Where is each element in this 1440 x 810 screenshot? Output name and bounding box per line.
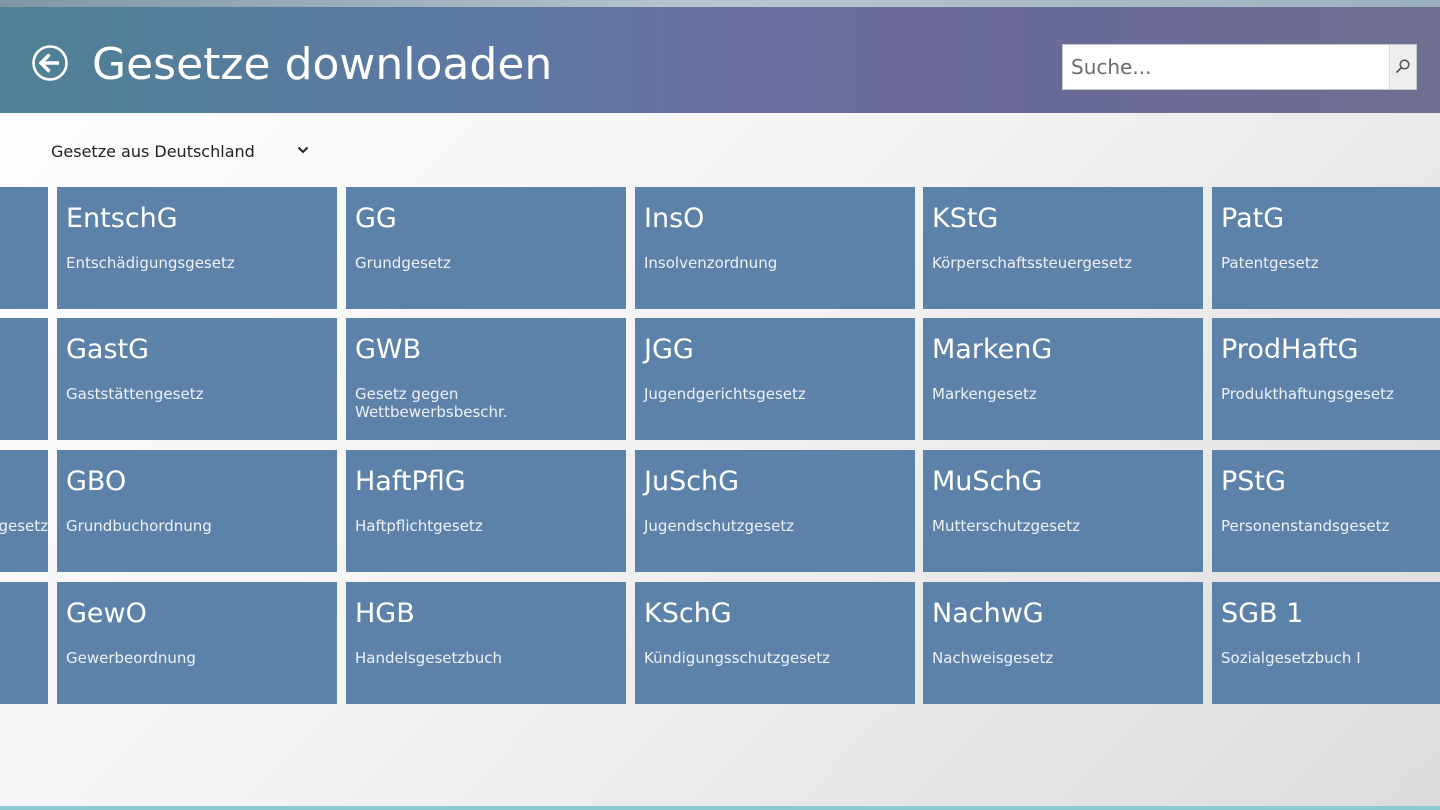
law-tile-abbreviation: ProdHaftG (1221, 334, 1359, 365)
law-tile[interactable]: GG Grundgesetz (346, 187, 626, 309)
law-tile-abbreviation: HaftPflG (355, 466, 466, 497)
search-box[interactable] (1062, 44, 1417, 90)
law-tile[interactable]: HGB Handelsgesetzbuch (346, 582, 626, 704)
law-tile[interactable]: GastG Gaststättengesetz (57, 318, 337, 440)
law-tile-abbreviation: GewO (66, 598, 147, 629)
law-tile-name: Grundgesetz (355, 254, 451, 272)
law-tile[interactable]: JuSchG Jugendschutzgesetz (635, 450, 915, 572)
search-button[interactable] (1389, 45, 1416, 89)
law-tile-abbreviation: NachwG (932, 598, 1044, 629)
law-tile-name: Entschädigungsgesetz (66, 254, 235, 272)
law-tile-partial[interactable] (0, 318, 48, 440)
law-tile-name: Insolvenzordnung (644, 254, 778, 272)
law-tile[interactable]: EntschG Entschädigungsgesetz (57, 187, 337, 309)
law-tile-abbreviation: SGB 1 (1221, 598, 1304, 629)
law-tile[interactable]: NachwG Nachweisgesetz (923, 582, 1203, 704)
law-tile[interactable]: PatG Patentgesetz (1212, 187, 1440, 309)
law-tile-abbreviation: HGB (355, 598, 415, 629)
law-tile-abbreviation: GWB (355, 334, 422, 365)
law-tile-name: Jugendschutzgesetz (644, 517, 795, 535)
window-bottom-strip (0, 806, 1440, 810)
law-tile[interactable]: HaftPflG Haftpflichtgesetz (346, 450, 626, 572)
law-tile[interactable]: InsO Insolvenzordnung (635, 187, 915, 309)
law-tile-abbreviation: KSchG (644, 598, 732, 629)
law-tile-abbreviation: PStG (1221, 466, 1286, 497)
law-tile[interactable]: GewO Gewerbeordnung (57, 582, 337, 704)
law-tile-name: Markengesetz (932, 385, 1037, 403)
country-filter-dropdown[interactable]: Gesetze aus Deutschland (51, 139, 321, 167)
window-top-strip (0, 0, 1440, 7)
law-tile-name: Haftpflichtgesetz (355, 517, 483, 535)
law-tile-abbreviation: JuSchG (644, 466, 740, 497)
law-tile-name: Kündigungsschutzgesetz (644, 649, 831, 667)
law-tile[interactable]: GWB Gesetz gegen Wettbewerbsbeschr. (346, 318, 626, 440)
law-tile-name: Produkthaftungsgesetz (1221, 385, 1394, 403)
law-tile-name: Körperschaftssteuergesetz (932, 254, 1132, 272)
law-tile-abbreviation: EntschG (66, 203, 178, 234)
search-input[interactable] (1063, 45, 1389, 89)
law-tile-abbreviation: GG (355, 203, 397, 234)
law-tile-name: Personenstandsgesetz (1221, 517, 1390, 535)
law-tile-abbreviation: InsO (644, 203, 705, 234)
country-filter-label: Gesetze aus Deutschland (51, 142, 255, 161)
law-tile-grid: gesetz EntschG Entschädigungsgesetz GG G… (0, 187, 1440, 704)
law-tile-name: Handelsgesetzbuch (355, 649, 503, 667)
page-header: Gesetze downloaden (0, 7, 1440, 113)
law-tile[interactable]: KSchG Kündigungsschutzgesetz (635, 582, 915, 704)
back-button[interactable] (31, 44, 69, 82)
law-tile-name: Mutterschutzgesetz (932, 517, 1080, 535)
law-tile-name: Gewerbeordnung (66, 649, 196, 667)
law-tile-name: Patentgesetz (1221, 254, 1319, 272)
law-tile-name: Jugendgerichtsgesetz (644, 385, 806, 403)
law-tile-name: gesetz (0, 517, 48, 535)
law-tile-partial[interactable]: gesetz (0, 450, 48, 572)
law-tile-abbreviation: MarkenG (932, 334, 1053, 365)
law-tile-name: Gaststättengesetz (66, 385, 204, 403)
law-tile-name: Sozialgesetzbuch I (1221, 649, 1361, 667)
law-tile[interactable]: PStG Personenstandsgesetz (1212, 450, 1440, 572)
law-tile-abbreviation: KStG (932, 203, 999, 234)
law-tile[interactable]: JGG Jugendgerichtsgesetz (635, 318, 915, 440)
chevron-down-icon (297, 146, 309, 154)
law-tile-name: Nachweisgesetz (932, 649, 1054, 667)
law-tile-abbreviation: PatG (1221, 203, 1285, 234)
page-title: Gesetze downloaden (92, 39, 553, 90)
law-tile-partial[interactable] (0, 582, 48, 704)
law-tile-name: Grundbuchordnung (66, 517, 212, 535)
law-tile-name: Gesetz gegen Wettbewerbsbeschr. (355, 385, 508, 421)
law-tile-abbreviation: GastG (66, 334, 150, 365)
law-tile-abbreviation: GBO (66, 466, 127, 497)
law-tile-abbreviation: JGG (644, 334, 694, 365)
law-tile[interactable]: MuSchG Mutterschutzgesetz (923, 450, 1203, 572)
law-tile[interactable]: MarkenG Markengesetz (923, 318, 1203, 440)
law-tile-partial[interactable] (0, 187, 48, 309)
law-tile-abbreviation: MuSchG (932, 466, 1043, 497)
back-arrow-circle-icon (32, 45, 68, 81)
law-tile[interactable]: ProdHaftG Produkthaftungsgesetz (1212, 318, 1440, 440)
law-tile[interactable]: GBO Grundbuchordnung (57, 450, 337, 572)
law-tile[interactable]: SGB 1 Sozialgesetzbuch I (1212, 582, 1440, 704)
law-tile[interactable]: KStG Körperschaftssteuergesetz (923, 187, 1203, 309)
search-icon (1396, 59, 1410, 73)
